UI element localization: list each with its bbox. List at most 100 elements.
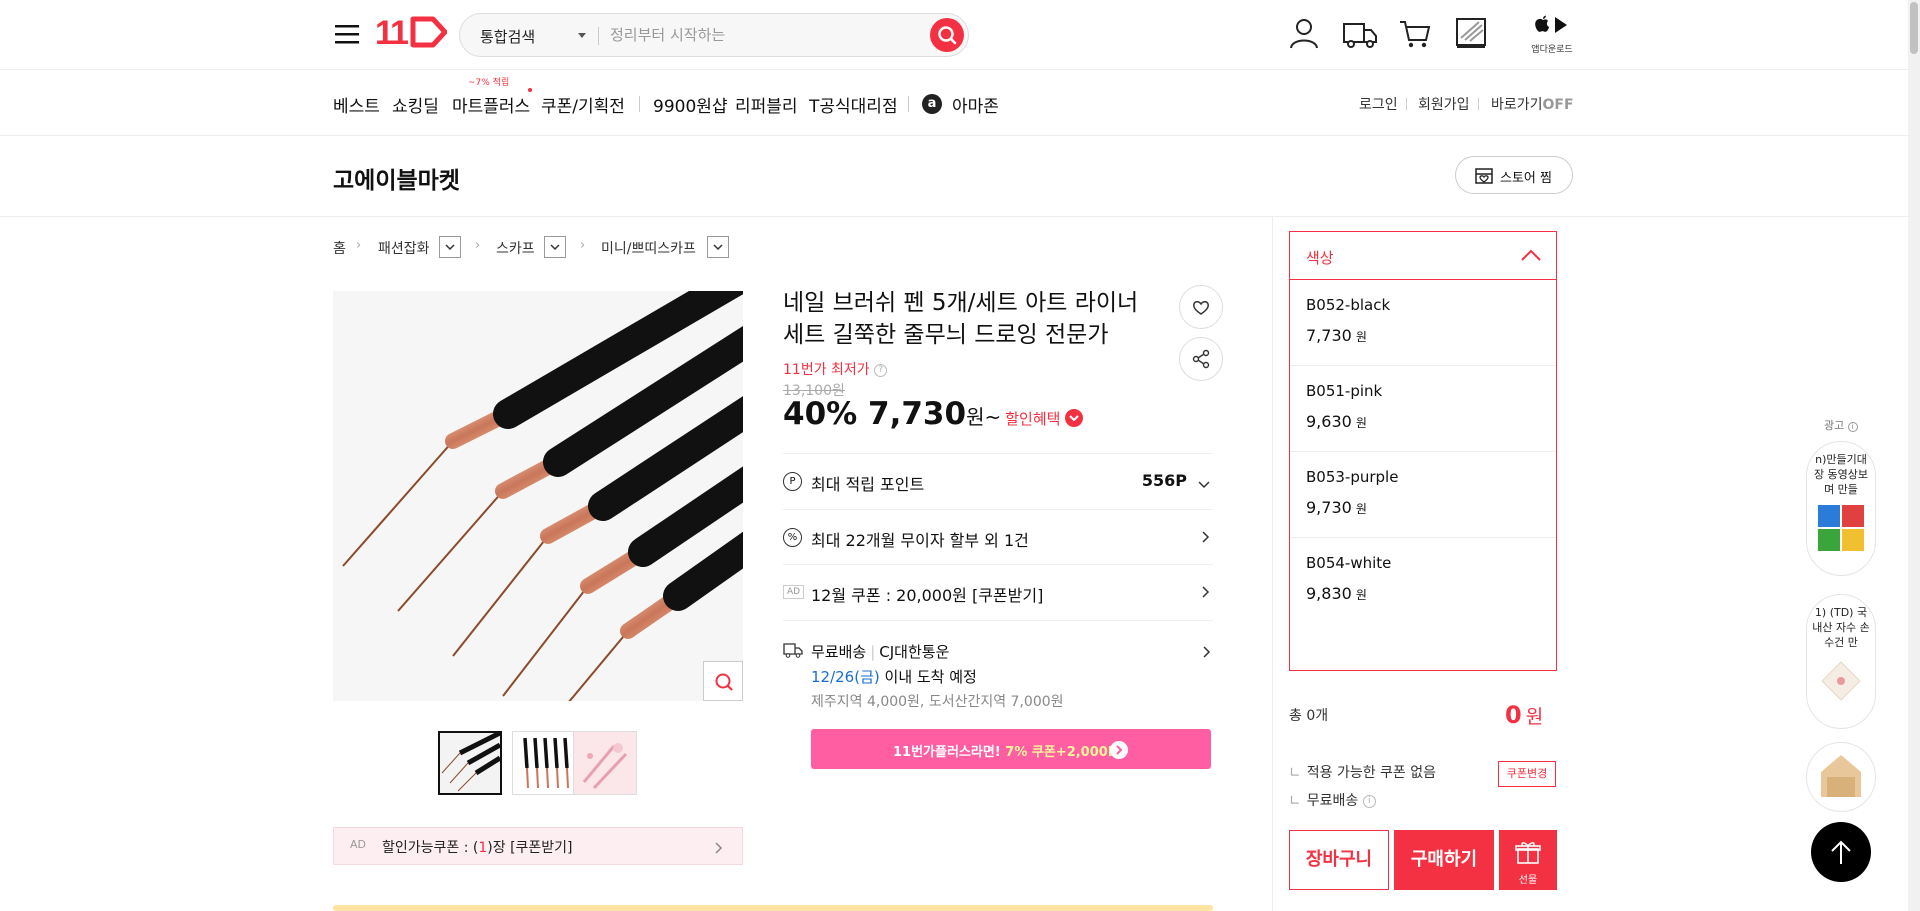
divider xyxy=(1406,98,1407,110)
ad-coupon-count: 1 xyxy=(478,840,488,856)
side-ad-2[interactable]: 1) (TD) 국내산 자수 손수건 만 xyxy=(1806,594,1876,729)
side-ad-1[interactable]: n)만들기대장 동영상보며 만들 xyxy=(1806,441,1876,576)
gift-button[interactable]: 선물 xyxy=(1499,830,1557,890)
ad-label-text: 광고 xyxy=(1824,419,1845,432)
app-download-link[interactable]: 앱다운로드 xyxy=(1530,14,1574,55)
sale-price: 40% 7,730원~ 할인혜택 xyxy=(783,396,1084,432)
coupon-change-button[interactable]: 쿠폰변경 xyxy=(1498,761,1556,787)
option-item[interactable]: B053-purple 9,730 원 xyxy=(1290,452,1556,538)
nav-item-refurbished[interactable]: 리퍼블리 xyxy=(735,92,798,117)
my-page-icon[interactable] xyxy=(1287,16,1321,50)
shipping-icon xyxy=(783,641,803,663)
zoom-button[interactable] xyxy=(703,661,743,701)
shipping-info: 무료배송 | CJ대한통운 xyxy=(811,641,949,662)
chevron-right-icon[interactable] xyxy=(1202,644,1212,663)
add-to-cart-button[interactable]: 장바구니 xyxy=(1289,830,1389,890)
thumbnail-1[interactable] xyxy=(438,731,502,795)
divider xyxy=(908,96,909,112)
search-category-select[interactable]: 통합검색 xyxy=(480,26,535,47)
delivery-truck-icon[interactable] xyxy=(1342,16,1378,50)
ad-coupon-text-post: )장 [쿠폰받기] xyxy=(487,840,573,856)
lowest-price-label: 11번가 최저가 ? xyxy=(783,359,888,379)
recent-view-icon[interactable] xyxy=(1455,16,1487,50)
search-input[interactable] xyxy=(610,22,910,48)
product-main-image[interactable] xyxy=(333,291,743,701)
lowest-price-text: 11번가 최저가 xyxy=(783,362,870,378)
search-button[interactable] xyxy=(930,18,964,52)
info-icon[interactable]: i xyxy=(1847,422,1858,432)
chevron-down-circle-icon xyxy=(1065,409,1084,427)
breadcrumb-item[interactable]: 미니/쁘띠스카프 xyxy=(601,238,696,258)
option-item[interactable]: B051-pink 9,630 원 xyxy=(1290,366,1556,452)
site-logo[interactable]: 11 xyxy=(375,14,448,59)
benefit-link[interactable]: 할인혜택 xyxy=(1005,409,1084,428)
ad-coupon-banner[interactable]: AD 할인가능쿠폰 : (1)장 [쿠폰받기] xyxy=(333,827,743,865)
breadcrumb-item[interactable]: 스카프 xyxy=(496,238,535,258)
scrollbar-thumb[interactable] xyxy=(1910,2,1918,54)
info-icon[interactable]: i xyxy=(1362,794,1376,808)
share-button[interactable] xyxy=(1179,337,1223,381)
breadcrumb-home[interactable]: 홈 xyxy=(333,238,346,258)
plus-membership-banner[interactable]: 11번가플러스라면! 7% 쿠폰+2,000P xyxy=(811,729,1211,769)
nav-item-t-official[interactable]: T공식대리점 xyxy=(809,92,898,117)
scrollbar[interactable] xyxy=(1908,0,1920,911)
product-title: 네일 브러쉬 펜 5개/세트 아트 라이너 세트 길쭉한 줄무늬 드로잉 전문가 xyxy=(783,290,1139,348)
store-name[interactable]: 고에이블마켓 xyxy=(333,161,460,195)
nav-item-mart-plus[interactable]: 마트플러스 xyxy=(452,92,530,117)
side-ad-3[interactable] xyxy=(1806,742,1876,812)
info-icon[interactable]: ? xyxy=(874,363,888,377)
nav-item-9900-shop[interactable]: 9900원샵 xyxy=(653,92,728,117)
scroll-to-top-button[interactable] xyxy=(1811,822,1871,882)
breadcrumb-item[interactable]: 패션잡화 xyxy=(378,238,430,258)
nav-item-amazon[interactable]: 아마존 xyxy=(952,92,999,117)
option-name: B054-white xyxy=(1306,554,1392,572)
gift-label: 선물 xyxy=(1518,875,1538,886)
chevron-down-icon[interactable] xyxy=(578,33,586,38)
coupon-ad-label: 12월 쿠폰 : 20,000원 [쿠폰받기] xyxy=(811,586,1044,605)
wishlist-button[interactable] xyxy=(1179,285,1223,329)
store-follow-button[interactable]: 스토어 찜 xyxy=(1455,156,1573,194)
chevron-right-icon: › xyxy=(475,238,481,253)
ad-image xyxy=(1821,661,1861,701)
option-price-value: 9,630 xyxy=(1306,412,1352,431)
ad-label: 광고 i xyxy=(1824,417,1858,433)
thumbnail-2[interactable] xyxy=(512,731,576,795)
chevron-right-icon: › xyxy=(580,238,586,253)
login-link[interactable]: 로그인 xyxy=(1359,94,1398,114)
indent-icon: ∟ xyxy=(1289,765,1301,781)
divider xyxy=(783,620,1213,621)
heart-icon xyxy=(1193,301,1209,315)
nav-item-coupon[interactable]: 쿠폰/기획전 xyxy=(541,92,625,117)
plus-banner-highlight: 7% 쿠폰+2,000P xyxy=(1005,745,1118,760)
extra-shipping-fee: 제주지역 4,000원, 도서산간지역 7,000원 xyxy=(811,694,1064,710)
breadcrumb-dropdown[interactable] xyxy=(707,236,729,258)
breadcrumb-dropdown[interactable] xyxy=(439,236,461,258)
option-price-unit: 원 xyxy=(1355,330,1367,344)
store-follow-label: 스토어 찜 xyxy=(1500,171,1552,186)
app-store-icon xyxy=(1535,15,1567,33)
points-row[interactable]: P 최대 적립 포인트 556P xyxy=(783,461,1213,501)
thumbnail-3[interactable] xyxy=(573,731,637,795)
buy-now-button[interactable]: 구매하기 xyxy=(1394,830,1494,890)
nav-item-best[interactable]: 베스트 xyxy=(333,92,380,117)
installment-row[interactable]: % 최대 22개월 무이자 할부 외 1건 xyxy=(783,517,1213,557)
option-header[interactable]: 색상 xyxy=(1290,232,1556,280)
chevron-down-icon xyxy=(445,244,455,251)
nav-item-shocking-deal[interactable]: 쇼킹딜 xyxy=(392,92,439,117)
shortcut-toggle[interactable]: 바로가기OFF xyxy=(1491,94,1574,114)
signup-link[interactable]: 회원가입 xyxy=(1418,94,1470,114)
promo-strip xyxy=(333,905,1213,911)
chevron-right-icon: › xyxy=(356,238,362,253)
price-value: 7,730 xyxy=(868,396,967,432)
menu-icon[interactable] xyxy=(333,20,361,48)
arrow-up-icon xyxy=(1831,840,1851,864)
option-item[interactable]: B052-black 7,730 원 xyxy=(1290,280,1556,366)
breadcrumb-dropdown[interactable] xyxy=(544,236,566,258)
option-item[interactable]: B054-white 9,830 원 xyxy=(1290,538,1556,624)
coupon-ad-row[interactable]: AD 12월 쿠폰 : 20,000원 [쿠폰받기] xyxy=(783,572,1213,612)
discount-rate: 40% xyxy=(783,396,858,432)
cart-icon[interactable] xyxy=(1398,16,1432,50)
coupon-status: ∟ 적용 가능한 쿠폰 없음 xyxy=(1289,762,1436,782)
chevron-down-icon xyxy=(1197,475,1211,494)
courier-name: CJ대한통운 xyxy=(879,643,950,661)
